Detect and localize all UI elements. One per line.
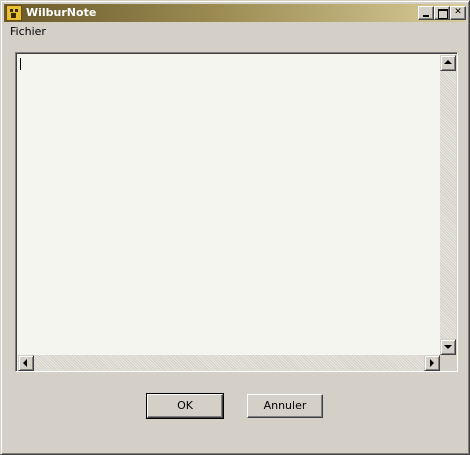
close-button[interactable]: ✕: [450, 6, 466, 20]
title-bar[interactable]: WilburNote ✕: [4, 4, 466, 22]
horizontal-scrollbar[interactable]: [18, 355, 440, 371]
scroll-up-icon[interactable]: [440, 55, 456, 71]
ok-button[interactable]: OK: [146, 393, 224, 419]
menu-fichier[interactable]: Fichier: [10, 25, 46, 38]
minimize-button[interactable]: [418, 6, 434, 20]
app-face-icon[interactable]: [6, 5, 22, 21]
text-caret: [20, 58, 21, 70]
cancel-button[interactable]: Annuler: [247, 394, 323, 418]
maximize-button[interactable]: [434, 6, 450, 20]
scroll-down-icon[interactable]: [440, 339, 456, 355]
text-editor[interactable]: [15, 52, 458, 372]
window-title: WilburNote: [26, 6, 97, 19]
app-window: WilburNote ✕ Fichier OK Annuler: [0, 0, 470, 455]
scroll-corner: [440, 355, 456, 371]
scroll-left-icon[interactable]: [18, 355, 34, 371]
scroll-right-icon[interactable]: [424, 355, 440, 371]
vertical-scrollbar[interactable]: [440, 55, 456, 355]
menu-bar: Fichier: [4, 23, 466, 41]
